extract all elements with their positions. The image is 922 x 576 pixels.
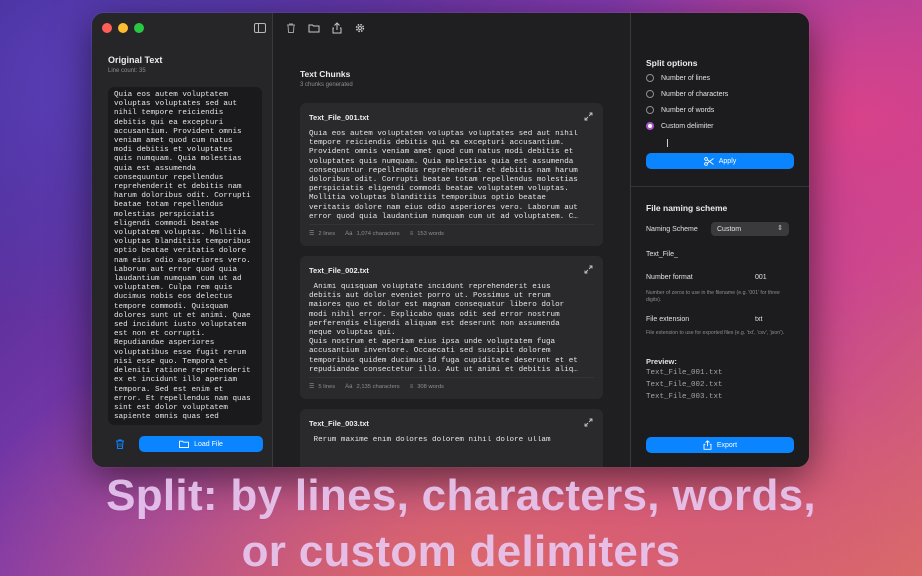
file-extension-hint: File extension to use for exported files… (646, 330, 785, 336)
chunk-divider (309, 377, 594, 378)
words-icon: ≡ (409, 383, 414, 390)
close-window-button[interactable] (102, 23, 112, 33)
radio-label: Number of characters (661, 90, 729, 98)
toolbar (285, 22, 366, 34)
radio-indicator[interactable] (646, 122, 654, 130)
scissors-icon (703, 156, 714, 166)
chunk-filename: Text_File_003.txt (309, 419, 369, 428)
file-extension-input[interactable]: txt (755, 316, 762, 323)
radio-number-of-lines[interactable]: Number of lines (646, 74, 710, 82)
file-naming-title: File naming scheme (646, 203, 728, 213)
options-panel: Split options Number of lines Number of … (630, 13, 809, 467)
export-label: Export (716, 441, 738, 449)
original-text-panel: Original Text Line count: 35 Quia eos au… (92, 13, 273, 467)
chunk-text: Animi quisquam voluptate incidunt repreh… (309, 283, 578, 374)
folder-icon[interactable] (308, 22, 320, 34)
line-count: Line count: 35 (108, 68, 146, 74)
text-chunks-panel: Text Chunks 3 chunks generated Text_File… (273, 13, 630, 467)
caption-line-1: Split: by lines, characters, words, (106, 471, 816, 520)
preview-filename: Text_File_001.txt (646, 369, 723, 377)
preview-label: Preview: (646, 357, 677, 366)
chunk-card[interactable]: Text_File_002.txt Animi quisquam volupta… (300, 256, 603, 399)
radio-label: Number of words (661, 106, 715, 114)
share-icon (703, 440, 712, 450)
chunk-text: Rerum maxime enim dolores dolorem nihil … (309, 436, 551, 444)
sidebar-toggle-icon[interactable] (254, 23, 266, 33)
radio-indicator[interactable] (646, 106, 654, 114)
lines-icon: ☰ (309, 384, 315, 390)
radio-indicator[interactable] (646, 74, 654, 82)
characters-icon: Aa (345, 230, 353, 237)
radio-number-of-characters[interactable]: Number of characters (646, 90, 728, 98)
chunk-filename: Text_File_001.txt (309, 113, 369, 122)
trash-icon[interactable] (285, 22, 297, 34)
chunk-lines: 2 lines (318, 230, 336, 237)
chunk-filename: Text_File_002.txt (309, 266, 369, 275)
preview-filename: Text_File_003.txt (646, 393, 723, 401)
expand-icon[interactable] (584, 112, 593, 121)
original-text-title: Original Text (108, 55, 163, 65)
number-format-hint: Number of zeros to use in the filename (… (646, 290, 780, 303)
chunk-characters: 1,074 characters (356, 230, 400, 237)
prefix-input[interactable]: Text_File_ (646, 251, 678, 258)
chunk-stats: ☰ 2 lines Aa 1,074 characters ≡ 153 words (309, 230, 444, 238)
number-format-label: Number format (646, 274, 693, 281)
chunk-words: 308 words (417, 383, 444, 390)
chunk-stats: ☰ 5 lines Aa 2,135 characters ≡ 308 words (309, 383, 444, 391)
words-icon: ≡ (409, 230, 414, 237)
radio-label: Custom delimiter (661, 122, 714, 130)
expand-icon[interactable] (584, 418, 593, 427)
load-file-label: Load File (194, 440, 223, 448)
chunk-divider (309, 224, 594, 225)
radio-indicator[interactable] (646, 90, 654, 98)
characters-icon: Aa (345, 383, 353, 390)
chevron-updown-icon: ⇕ (777, 225, 783, 232)
split-options-title: Split options (646, 58, 698, 68)
radio-number-of-words[interactable]: Number of words (646, 106, 714, 114)
chunk-words: 153 words (417, 230, 444, 237)
naming-scheme-value: Custom (717, 225, 742, 233)
chunk-card[interactable]: Text_File_001.txt Quia eos autem volupta… (300, 103, 603, 246)
chunk-characters: 2,135 characters (356, 383, 400, 390)
original-text-editor[interactable]: Quia eos autem voluptatem voluptas volup… (108, 87, 262, 425)
window-controls (102, 23, 144, 33)
section-divider (631, 186, 809, 187)
delimiter-input[interactable] (667, 139, 787, 149)
minimize-window-button[interactable] (118, 23, 128, 33)
lines-icon: ☰ (309, 231, 315, 237)
apply-label: Apply (718, 157, 737, 165)
gear-icon[interactable] (354, 22, 366, 34)
expand-icon[interactable] (584, 265, 593, 274)
chunk-text: Quia eos autem voluptatem voluptas volup… (309, 130, 578, 221)
app-window: Original Text Line count: 35 Quia eos au… (92, 13, 809, 467)
preview-filename: Text_File_002.txt (646, 381, 723, 389)
chunk-card[interactable]: Text_File_003.txt Rerum maxime enim dolo… (300, 409, 603, 467)
apply-button[interactable]: Apply (646, 153, 794, 169)
caption-line-2: or custom delimiters (241, 527, 681, 576)
zoom-window-button[interactable] (134, 23, 144, 33)
naming-scheme-label: Naming Scheme (646, 226, 698, 233)
number-format-input[interactable]: 001 (755, 274, 767, 281)
chunks-count: 3 chunks generated (300, 82, 353, 88)
folder-icon (179, 440, 190, 448)
share-icon[interactable] (331, 22, 343, 34)
text-cursor (667, 139, 668, 147)
export-button[interactable]: Export (646, 437, 794, 453)
load-file-button[interactable]: Load File (139, 436, 263, 452)
chunk-lines: 5 lines (318, 383, 336, 390)
radio-custom-delimiter[interactable]: Custom delimiter (646, 122, 714, 130)
trash-icon[interactable] (114, 438, 126, 450)
file-extension-label: File extension (646, 316, 690, 323)
text-chunks-title: Text Chunks (300, 69, 351, 79)
radio-label: Number of lines (661, 74, 711, 82)
naming-scheme-select[interactable]: Custom ⇕ (711, 222, 789, 236)
